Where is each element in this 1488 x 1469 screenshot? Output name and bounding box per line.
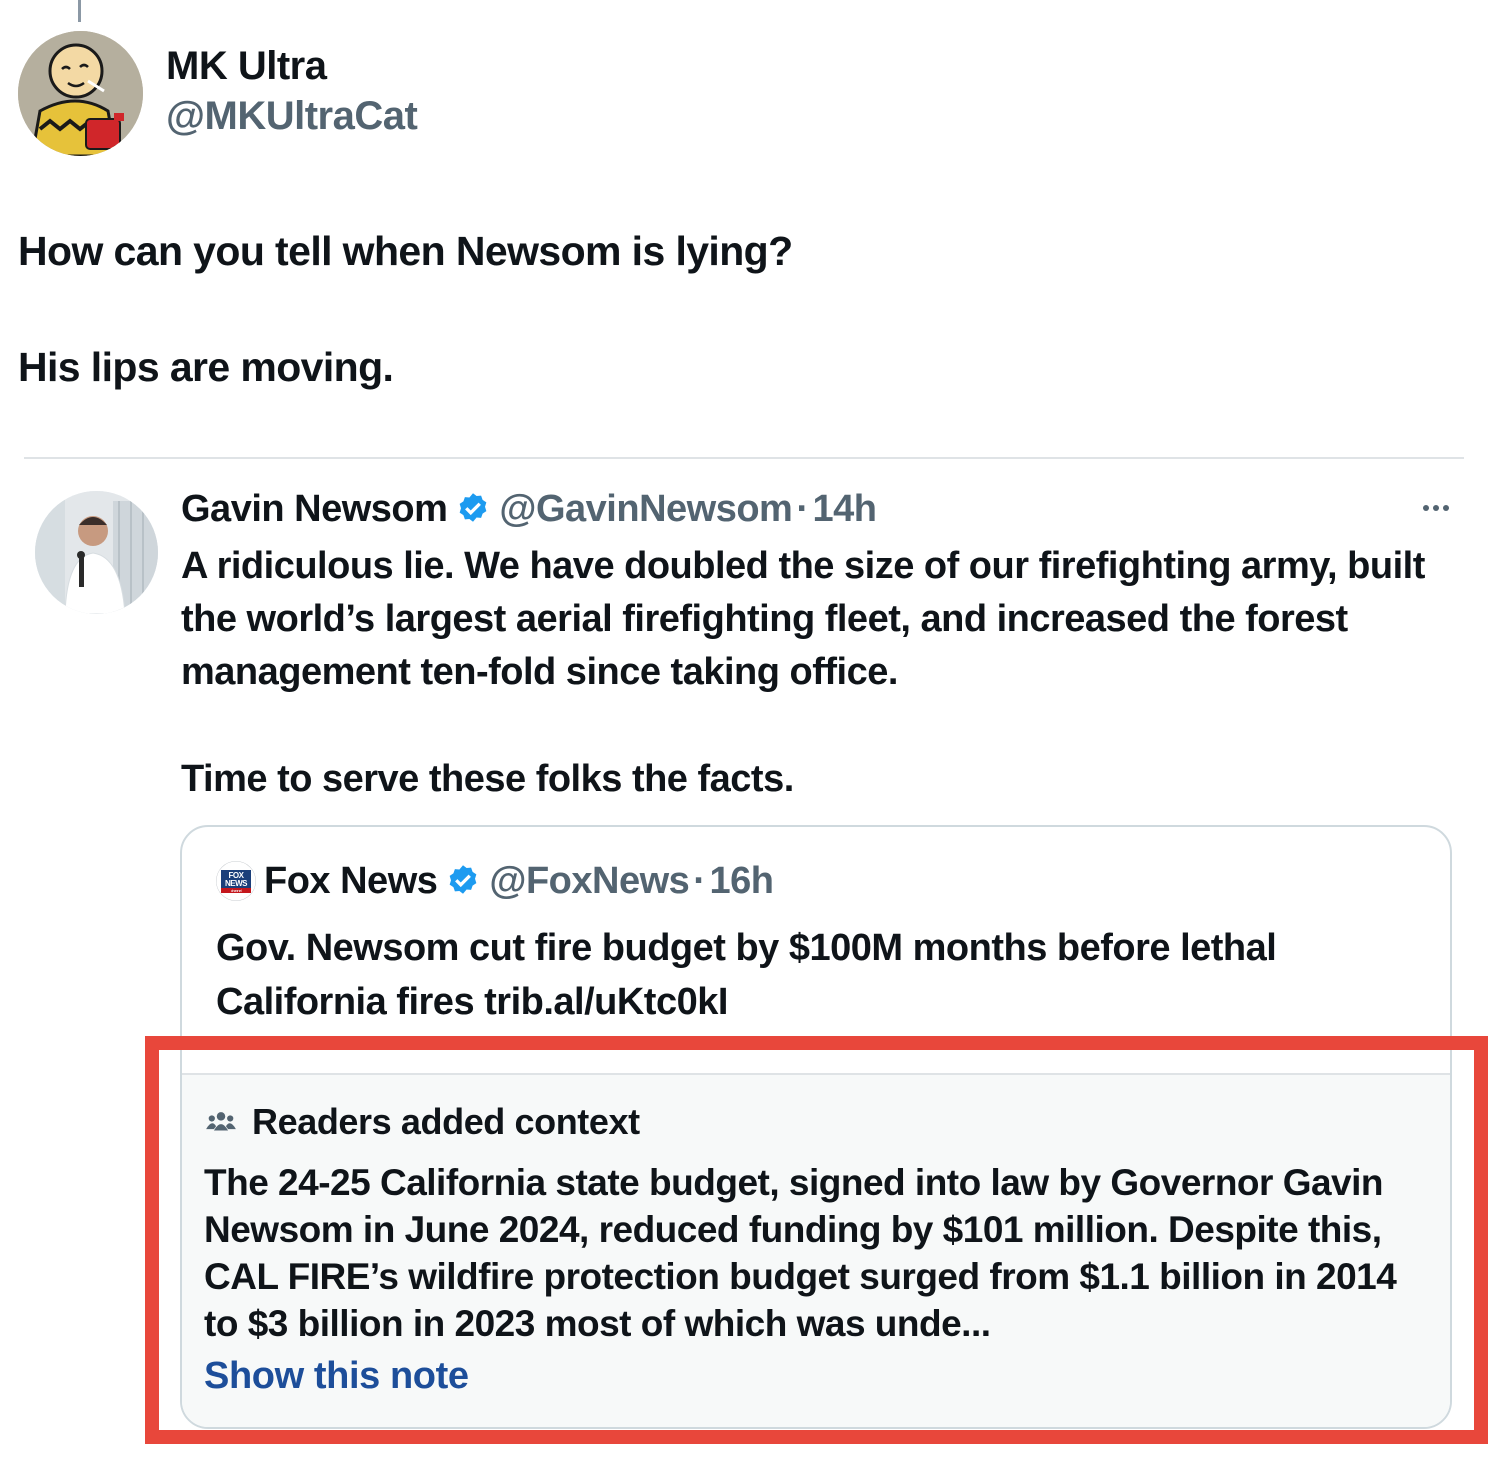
- more-horizontal-icon[interactable]: [1418, 496, 1454, 520]
- fox-logo-text-mid: NEWS: [225, 879, 248, 888]
- thread-connector-line: [78, 0, 81, 22]
- divider: [24, 457, 1464, 459]
- quoted-author-name[interactable]: Fox News: [264, 860, 438, 903]
- fox-logo-text-bottom: channel: [231, 888, 242, 893]
- cartoon-avatar-icon: [18, 31, 143, 156]
- avatar-gavin-newsom[interactable]: [35, 491, 158, 614]
- reply-timestamp[interactable]: 14h: [813, 488, 877, 531]
- show-note-link[interactable]: Show this note: [204, 1355, 469, 1398]
- quoted-timestamp[interactable]: 16h: [709, 860, 773, 903]
- reply-paragraph-2: Time to serve these folks the facts.: [181, 758, 794, 800]
- community-note-body: The 24-25 California state budget, signe…: [204, 1162, 1397, 1344]
- reply-author-name[interactable]: Gavin Newsom: [181, 488, 448, 531]
- verified-badge-icon: [445, 863, 481, 899]
- quoted-header: FOX NEWS channel Fox News @FoxNews · 16h: [216, 857, 774, 905]
- quoted-author-handle[interactable]: @FoxNews: [489, 860, 689, 903]
- reply-author-handle[interactable]: @GavinNewsom: [499, 488, 792, 531]
- verified-badge-icon: [455, 491, 491, 527]
- reply-separator: ·: [796, 487, 809, 530]
- avatar-mkultra[interactable]: [18, 31, 143, 156]
- reply-body: A ridiculous lie. We have doubled the si…: [181, 540, 1441, 806]
- quoted-tweet-card[interactable]: FOX NEWS channel Fox News @FoxNews · 16h…: [180, 825, 1452, 1429]
- quoted-separator: ·: [693, 859, 706, 902]
- author-name[interactable]: MK Ultra: [166, 44, 327, 89]
- community-note-header: Readers added context: [204, 1099, 640, 1145]
- reply-paragraph-1: A ridiculous lie. We have doubled the si…: [181, 545, 1425, 693]
- post-text-line2: His lips are moving.: [18, 344, 394, 390]
- fox-news-logo-icon: FOX NEWS channel: [216, 861, 256, 901]
- screenshot-root: MK Ultra @MKUltraCat How can you tell wh…: [0, 0, 1488, 1469]
- community-note-panel: Readers added context The 24-25 Californ…: [182, 1073, 1450, 1427]
- author-handle[interactable]: @MKUltraCat: [166, 94, 418, 139]
- person-photo-icon: [35, 491, 158, 614]
- quoted-text: Gov. Newsom cut fire budget by $100M mon…: [216, 927, 1277, 1023]
- people-group-icon: [204, 1105, 238, 1139]
- reply-header: Gavin Newsom @GavinNewsom · 14h: [181, 484, 877, 534]
- post-text-line1: How can you tell when Newsom is lying?: [18, 228, 793, 274]
- community-note-title: Readers added context: [252, 1101, 640, 1142]
